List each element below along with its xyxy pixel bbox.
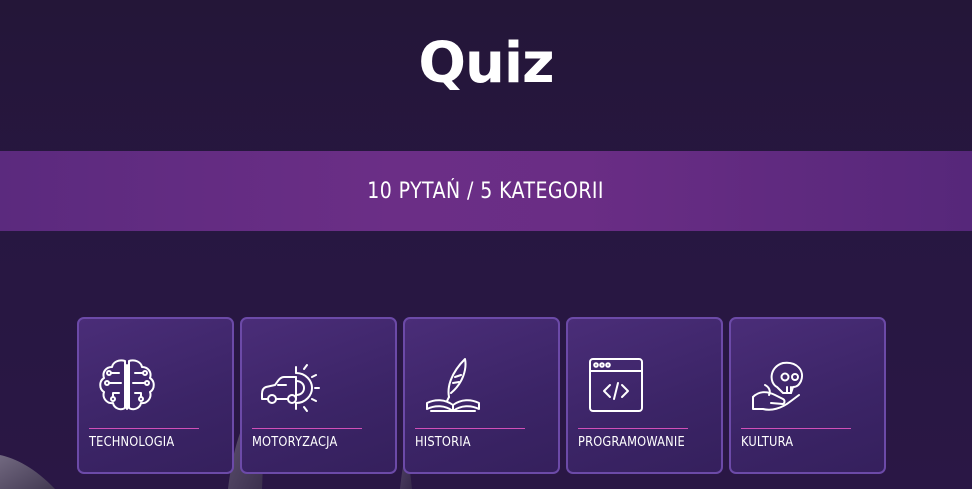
category-label: PROGRAMOWANIE xyxy=(578,435,685,450)
brain-circuit-icon xyxy=(95,353,159,417)
card-divider xyxy=(415,428,525,429)
category-card-motoryzacja[interactable]: MOTORYZACJA xyxy=(240,317,397,474)
category-label: TECHNOLOGIA xyxy=(89,435,175,450)
category-card-technologia[interactable]: TECHNOLOGIA xyxy=(77,317,234,474)
code-window-icon xyxy=(584,353,648,417)
category-label: MOTORYZACJA xyxy=(252,435,338,450)
card-divider xyxy=(741,428,851,429)
category-card-kultura[interactable]: KULTURA xyxy=(729,317,886,474)
card-divider xyxy=(252,428,362,429)
card-divider xyxy=(89,428,199,429)
quill-book-icon xyxy=(421,353,485,417)
quiz-info-banner: 10 PYTAŃ / 5 KATEGORII xyxy=(0,151,972,231)
category-label: KULTURA xyxy=(741,435,794,450)
category-card-historia[interactable]: HISTORIA xyxy=(403,317,560,474)
quiz-info-text: 10 PYTAŃ / 5 KATEGORII xyxy=(367,178,605,204)
hand-skull-icon xyxy=(747,353,811,417)
category-card-programowanie[interactable]: PROGRAMOWANIE xyxy=(566,317,723,474)
card-divider xyxy=(578,428,688,429)
category-label: HISTORIA xyxy=(415,435,471,450)
category-list: TECHNOLOGIA MOTORYZACJA HISTORIA PROGRAM… xyxy=(77,317,886,474)
car-gear-icon xyxy=(258,353,322,417)
page-title: Quiz xyxy=(418,31,554,96)
